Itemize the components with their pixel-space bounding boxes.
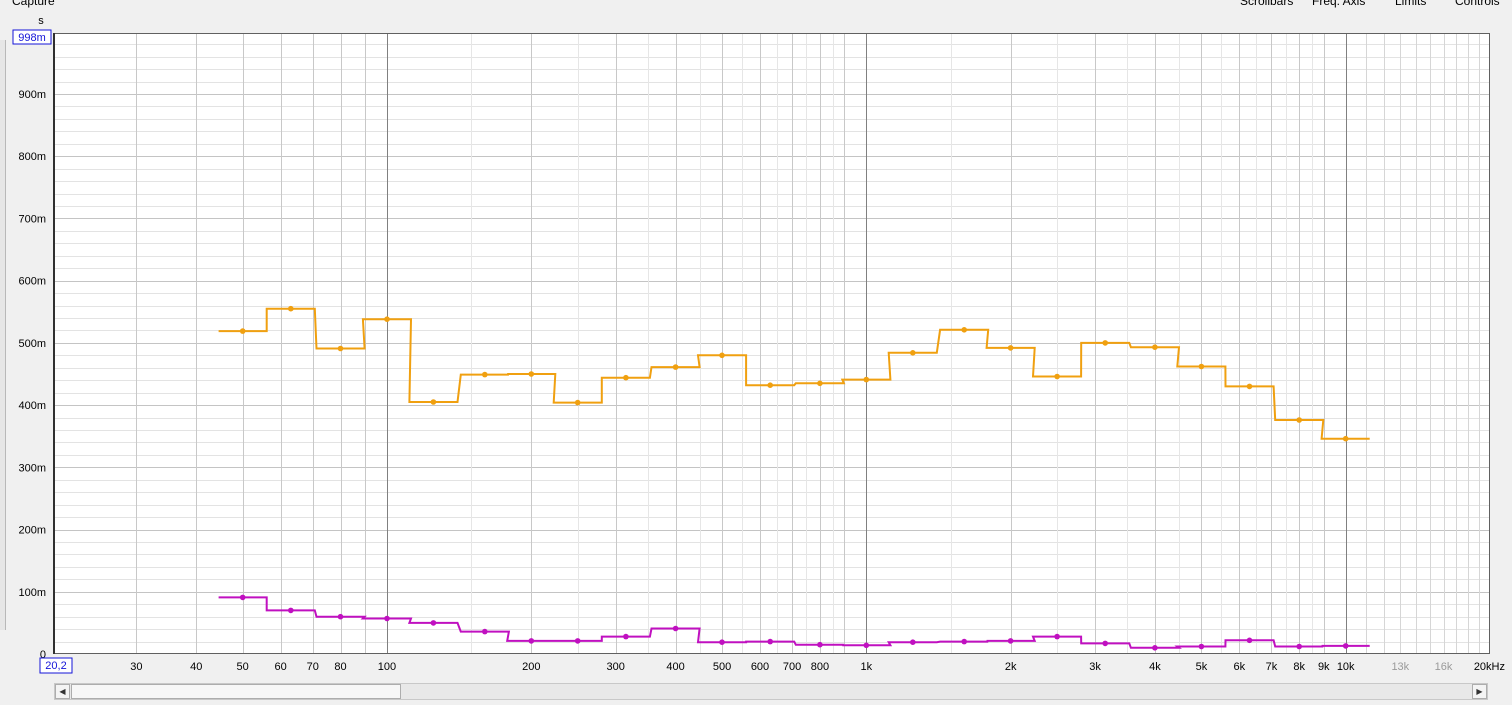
rt60-chart[interactable]: 0100m200m300m400m500m600m700m800m900ms99… xyxy=(0,0,1512,680)
x-tick-label: 9k xyxy=(1318,661,1330,673)
series-2-point xyxy=(1054,633,1060,640)
series-2-point xyxy=(623,633,629,640)
series-1-point xyxy=(910,350,916,356)
series-2-point xyxy=(910,639,916,645)
x-tick-label: 30 xyxy=(130,661,142,673)
series-2-point xyxy=(767,638,773,645)
x-tick-label: 300 xyxy=(607,661,625,673)
x-tick-label: 60 xyxy=(275,661,287,673)
scroll-left-arrow-icon[interactable]: ◀ xyxy=(55,684,70,699)
x-tick-label: 4k xyxy=(1149,661,1161,673)
series-1-point xyxy=(1007,345,1014,351)
x-tick-label: 16k xyxy=(1435,661,1453,673)
series-1-point xyxy=(1296,417,1302,423)
series-1-point xyxy=(430,399,437,405)
series-2-point xyxy=(482,628,488,635)
series-1-point xyxy=(574,399,581,406)
x-tick-label: 800 xyxy=(811,661,829,673)
x-tick-label: 700 xyxy=(783,661,801,673)
x-tick-label: 600 xyxy=(751,661,769,673)
series-2-point xyxy=(1198,643,1205,650)
x-tick-label: 100 xyxy=(378,661,396,673)
series-2-point xyxy=(1246,637,1253,644)
series-1-point xyxy=(817,380,823,387)
y-tick-label: 600m xyxy=(18,276,46,288)
series-2-point xyxy=(817,641,823,648)
series-1-point xyxy=(482,371,488,378)
series-2-point xyxy=(1152,645,1158,651)
x-tick-label: 20kHz xyxy=(1474,661,1505,673)
series-1-point xyxy=(719,352,725,359)
series-2-point xyxy=(961,638,967,645)
series-1-point xyxy=(863,376,870,383)
scrollbar-thumb[interactable] xyxy=(71,684,401,699)
x-tick-label: 7k xyxy=(1266,661,1278,673)
x-tick-label: 200 xyxy=(522,661,540,673)
x-tick-label: 70 xyxy=(307,661,319,673)
series-1-point xyxy=(384,316,390,323)
x-tick-label: 1k xyxy=(861,661,873,673)
series-2-point xyxy=(288,607,294,614)
y-tick-label: 800m xyxy=(18,151,46,163)
series-2-point xyxy=(1102,640,1108,647)
series-1-point xyxy=(672,364,679,370)
series-1-point xyxy=(1054,373,1060,380)
series-1-point xyxy=(288,305,294,312)
x-start-marker: 20,2 xyxy=(45,660,66,672)
x-tick-label: 3k xyxy=(1089,661,1101,673)
series-2-point xyxy=(384,615,390,622)
x-tick-label: 6k xyxy=(1234,661,1246,673)
series-2-point xyxy=(574,638,581,644)
series-2-point xyxy=(1007,638,1014,644)
series-2-point xyxy=(239,594,246,601)
x-tick-label: 50 xyxy=(237,661,249,673)
series-2-point xyxy=(1342,643,1349,649)
y-tick-label: 900m xyxy=(18,89,46,101)
y-tick-label: 300m xyxy=(18,462,46,474)
x-tick-label: 500 xyxy=(713,661,731,673)
series-1-point xyxy=(528,371,535,377)
y-tick-label: 100m xyxy=(18,587,46,599)
series-1-point xyxy=(337,345,344,352)
y-tick-label: 400m xyxy=(18,400,46,412)
series-2-point xyxy=(337,613,344,620)
series-1-point xyxy=(623,374,629,381)
y-tick-label: 500m xyxy=(18,338,46,350)
series-1-point xyxy=(1198,363,1205,370)
series-1-point xyxy=(767,382,773,389)
x-tick-label: 5k xyxy=(1196,661,1208,673)
x-tick-label: 8k xyxy=(1293,661,1305,673)
series-2-point xyxy=(1296,643,1302,650)
y-axis-unit-label: s xyxy=(38,15,44,27)
series-2-point xyxy=(719,639,725,645)
x-tick-label: 10k xyxy=(1337,661,1355,673)
series-1-point xyxy=(1152,344,1158,351)
x-tick-label: 2k xyxy=(1005,661,1017,673)
scroll-right-arrow-icon[interactable]: ▶ xyxy=(1472,684,1487,699)
y-tick-label: 700m xyxy=(18,213,46,225)
x-tick-label: 13k xyxy=(1391,661,1409,673)
y-tick-label: 200m xyxy=(18,525,46,537)
y-max-marker: 998m xyxy=(18,32,46,44)
x-tick-label: 400 xyxy=(666,661,684,673)
horizontal-scrollbar[interactable]: ◀ ▶ xyxy=(54,683,1488,700)
series-1-point xyxy=(961,327,967,333)
x-tick-label: 80 xyxy=(334,661,346,673)
series-2-point xyxy=(863,642,870,649)
series-1-point xyxy=(239,328,246,334)
series-2-point xyxy=(672,625,679,632)
series-2-point xyxy=(430,620,437,626)
x-tick-label: 40 xyxy=(190,661,202,673)
series-2-point xyxy=(528,638,535,644)
series-1-point xyxy=(1342,435,1349,442)
series-1-point xyxy=(1102,340,1108,346)
series-1-point xyxy=(1246,383,1253,390)
